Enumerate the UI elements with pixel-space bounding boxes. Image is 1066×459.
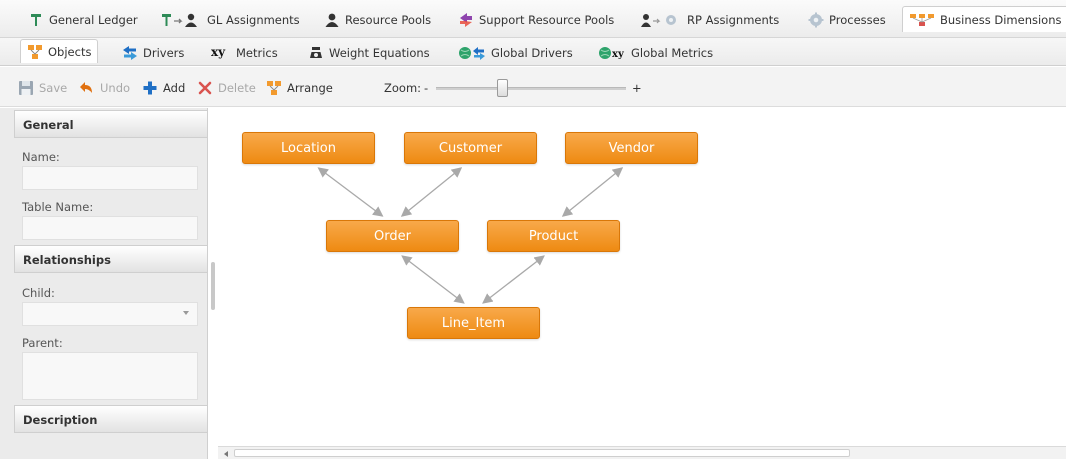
edge-order-line_item[interactable] [401, 255, 465, 304]
zoom-out-button[interactable]: - [424, 79, 428, 97]
tab-label: Processes [829, 13, 886, 27]
diagram-canvas[interactable]: Location Customer Vendor Order Product L… [218, 108, 1066, 446]
tab-support-resource-pools[interactable]: Support Resource Pools [458, 9, 614, 31]
tab-processes[interactable]: Processes [808, 9, 886, 31]
main-tab-bar: General Ledger GL Assignments Resource P… [0, 0, 1066, 38]
tab-general-ledger[interactable]: General Ledger [28, 9, 138, 31]
description-section-header[interactable]: Description [14, 405, 208, 433]
add-button[interactable]: Add [142, 79, 185, 97]
scrollbar-thumb[interactable] [234, 449, 850, 457]
node-location[interactable]: Location [242, 132, 375, 164]
global-metrics-icon-text: xy [612, 49, 625, 60]
tab-label: GL Assignments [207, 13, 300, 27]
tab-gl-assignments[interactable]: GL Assignments [160, 9, 300, 31]
zoom-slider-thumb[interactable] [497, 79, 508, 97]
objects-hierarchy-icon [27, 44, 43, 60]
general-section-header[interactable]: General [14, 110, 208, 138]
name-field[interactable] [22, 166, 198, 190]
edge-customer-order[interactable] [400, 167, 463, 217]
hierarchy-icon [909, 12, 935, 28]
ledger-icon [28, 12, 44, 28]
node-customer[interactable]: Customer [404, 132, 537, 164]
save-label: Save [39, 81, 68, 95]
delete-label: Delete [218, 81, 256, 95]
tab-resource-pools[interactable]: Resource Pools [324, 9, 431, 31]
tab-weight-equations[interactable]: Weight Equations [308, 42, 430, 64]
undo-icon [79, 80, 95, 96]
tab-label: RP Assignments [687, 13, 780, 27]
person-icon [324, 12, 340, 28]
plus-icon [142, 80, 158, 96]
tab-drivers[interactable]: Drivers [122, 42, 184, 64]
tab-label: Business Dimensions [940, 12, 1062, 27]
gear-icon [808, 12, 824, 28]
add-label: Add [163, 81, 186, 95]
parent-field[interactable] [22, 352, 198, 400]
tab-global-metrics[interactable]: xy Global Metrics [598, 42, 713, 64]
tab-metrics[interactable]: xy Metrics [211, 42, 278, 64]
tab-label: Weight Equations [329, 46, 430, 60]
relationships-section-header[interactable]: Relationships [14, 245, 208, 273]
drivers-arrows-icon [122, 45, 138, 61]
tab-label: Drivers [143, 46, 185, 60]
tab-label: General Ledger [49, 13, 138, 27]
properties-panel: General Name: Table Name: Relationships … [0, 108, 208, 459]
save-button[interactable]: Save [18, 79, 67, 97]
rp-assignment-icon [640, 12, 682, 28]
tab-label: Objects [48, 44, 92, 59]
tab-objects[interactable]: Objects [20, 39, 99, 63]
chevron-down-icon[interactable] [183, 311, 189, 315]
horizontal-scrollbar[interactable] [218, 446, 1066, 459]
edge-product-line_item[interactable] [482, 255, 545, 304]
tab-rp-assignments[interactable]: RP Assignments [640, 9, 779, 31]
edge-vendor-product[interactable] [561, 167, 624, 217]
undo-label: Undo [100, 81, 131, 95]
tab-global-drivers[interactable]: Global Drivers [458, 42, 573, 64]
save-icon [18, 80, 34, 96]
node-line-item[interactable]: Line_Item [407, 307, 540, 339]
tab-label: Global Metrics [631, 46, 714, 60]
node-vendor[interactable]: Vendor [565, 132, 698, 164]
edge-location-order[interactable] [317, 167, 384, 217]
node-product[interactable]: Product [487, 220, 620, 252]
toolbar: Save Undo Add Delete Arrange Zoom: - + [0, 67, 1066, 107]
scroll-left-arrow-icon[interactable] [224, 451, 228, 457]
parent-label: Parent: [22, 336, 63, 350]
scale-icon [308, 45, 324, 61]
delete-button[interactable]: Delete [197, 79, 256, 97]
arrange-label: Arrange [287, 81, 333, 95]
tab-label: Support Resource Pools [479, 13, 615, 27]
table-name-label: Table Name: [22, 200, 94, 214]
delete-x-icon [197, 80, 213, 96]
child-label: Child: [22, 286, 55, 300]
node-order[interactable]: Order [326, 220, 459, 252]
global-metrics-icon: xy [598, 45, 626, 61]
sub-tab-bar: Objects Drivers xy Metrics Weight Equati… [0, 38, 1066, 66]
tab-label: Resource Pools [345, 13, 432, 27]
tab-business-dimensions[interactable]: Business Dimensions [902, 6, 1066, 32]
arrange-hierarchy-icon [266, 80, 282, 96]
zoom-in-button[interactable]: + [632, 79, 642, 97]
table-name-field[interactable] [22, 216, 198, 240]
undo-button[interactable]: Undo [79, 79, 130, 97]
panel-splitter-handle[interactable] [211, 262, 215, 310]
arrange-button[interactable]: Arrange [266, 79, 333, 97]
tab-label: Global Drivers [491, 46, 573, 60]
global-drivers-icon [458, 45, 486, 61]
zoom-label: Zoom: [384, 81, 422, 95]
xy-icon: xy [211, 45, 226, 59]
child-combo[interactable] [22, 302, 198, 326]
gl-assignment-icon [160, 12, 202, 28]
name-label: Name: [22, 150, 60, 164]
tab-label: Metrics [236, 46, 278, 60]
support-arrows-icon [458, 12, 474, 28]
zoom-slider-track[interactable] [436, 87, 626, 90]
